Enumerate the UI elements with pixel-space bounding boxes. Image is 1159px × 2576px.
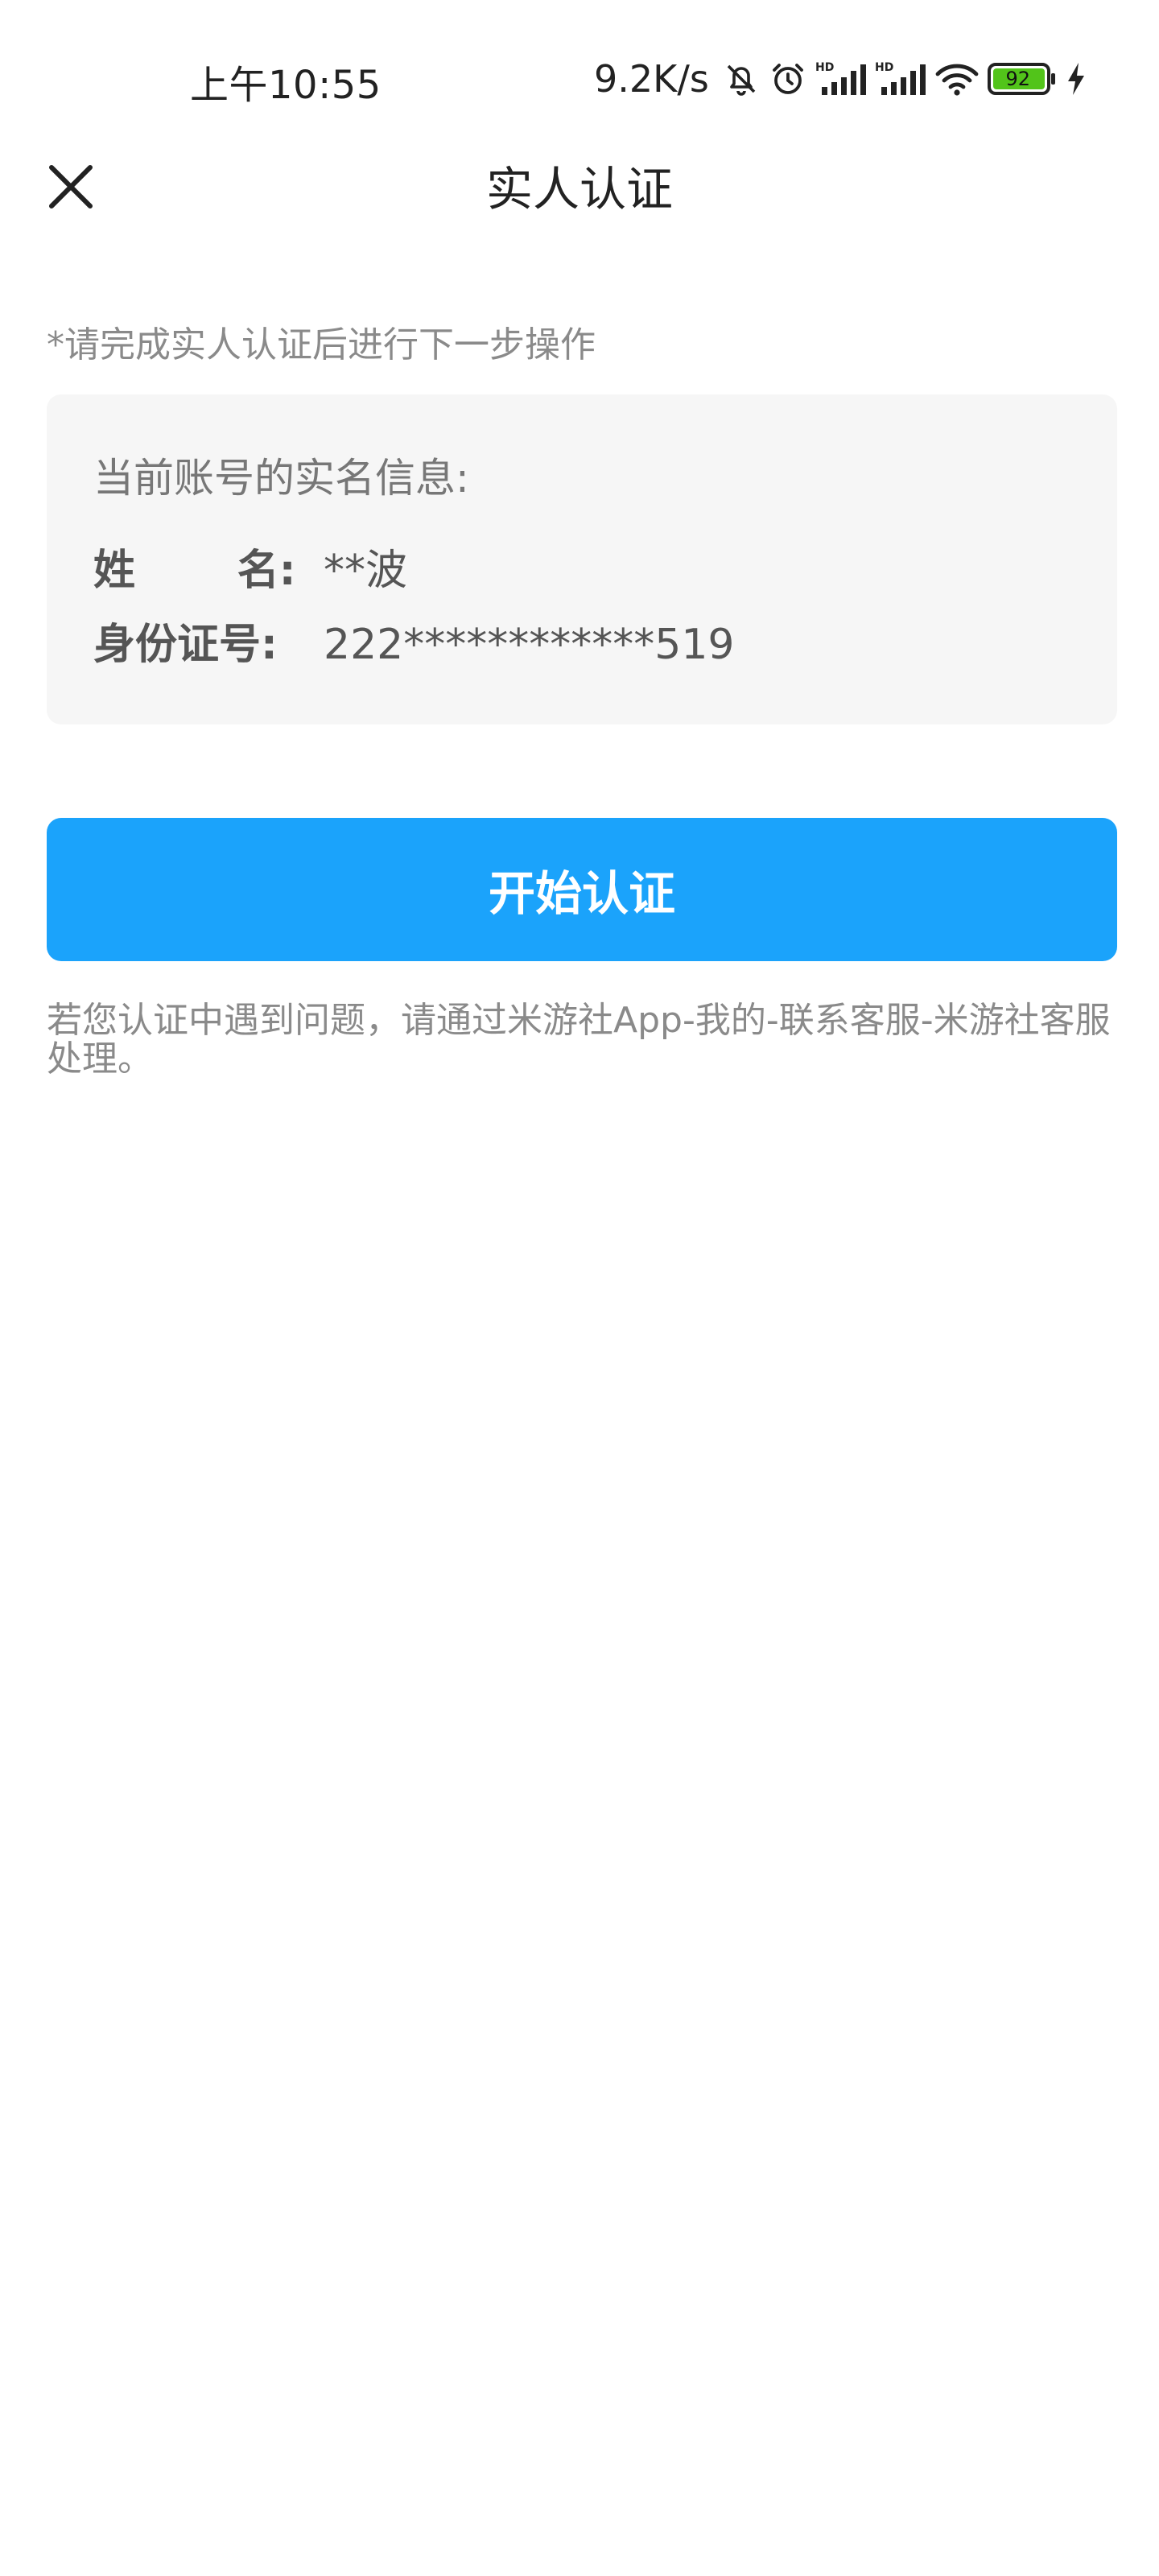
id-number-row: 身份证号: 222************519 [93, 610, 735, 671]
notice-text: *请完成实人认证后进行下一步操作 [47, 324, 596, 365]
mute-bell-icon [722, 60, 761, 98]
wifi-icon [934, 60, 980, 98]
hd-signal-icon: HD [815, 60, 867, 98]
card-title: 当前账号的实名信息: [93, 455, 469, 502]
id-number-label: 身份证号: [93, 621, 278, 669]
battery-icon: 92 [987, 61, 1057, 97]
name-label: 姓 名: [93, 547, 296, 595]
name-row: 姓 名: **波 [93, 536, 407, 597]
alarm-icon [769, 60, 807, 98]
header: 实人认证 [0, 137, 1159, 225]
status-time: 上午10:55 [190, 63, 382, 108]
network-speed: 9.2K/s [594, 57, 709, 101]
page-title: 实人认证 [485, 162, 673, 217]
id-number-value: 222************519 [324, 621, 735, 669]
help-text: 若您认证中遇到问题，请通过米游社App-我的-联系客服-米游社客服 处理。 [47, 1000, 1111, 1080]
battery-level: 92 [1005, 68, 1031, 90]
name-value: **波 [324, 547, 408, 595]
charging-icon [1065, 60, 1087, 98]
status-icons: 9.2K/s HD HD 92 [594, 53, 1087, 105]
start-verification-button[interactable]: 开始认证 [47, 818, 1117, 961]
svg-text:HD: HD [875, 61, 893, 74]
hd-label: HD [815, 61, 834, 74]
hd-signal-icon: HD [875, 60, 926, 98]
real-name-info-card: 当前账号的实名信息: 姓 名: **波 身份证号: 222***********… [47, 394, 1117, 724]
